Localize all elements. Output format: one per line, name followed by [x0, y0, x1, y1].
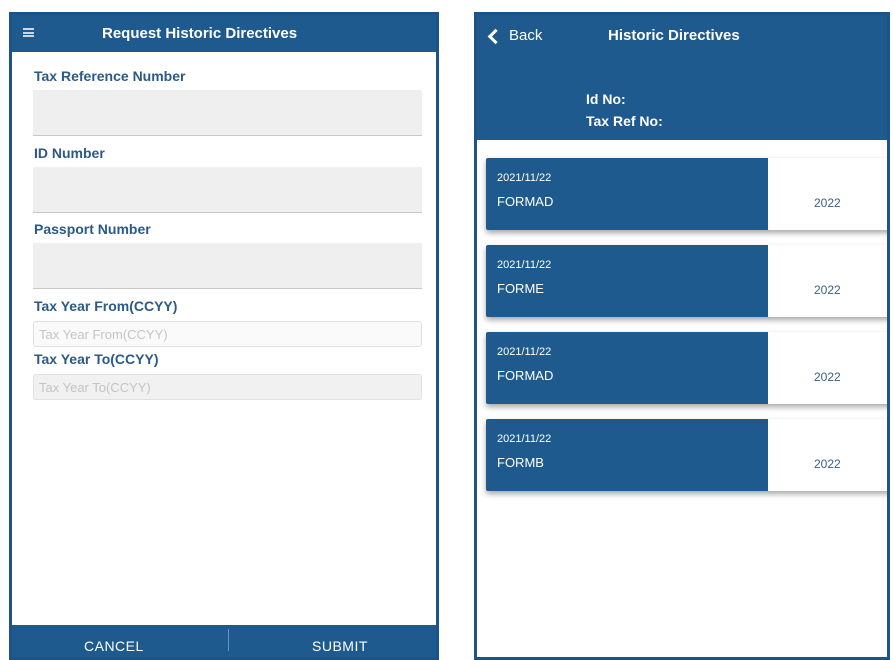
- action-footer: CANCEL SUBMIT: [12, 625, 436, 657]
- directive-card[interactable]: 2021/11/22 FORMB 2022: [486, 419, 887, 491]
- directive-form: FORMAD: [497, 194, 554, 209]
- id-number-label: ID Number: [34, 145, 105, 161]
- page-title: Request Historic Directives: [102, 25, 298, 42]
- directive-card-left: 2021/11/22 FORMAD: [486, 158, 768, 230]
- directive-card[interactable]: 2021/11/22 FORMAD 2022: [486, 332, 887, 404]
- menu-icon[interactable]: [23, 28, 34, 37]
- directive-year: 2022: [814, 457, 841, 471]
- directive-date: 2021/11/22: [497, 259, 552, 271]
- tax-reference-input[interactable]: [33, 90, 422, 136]
- footer-divider: [228, 629, 229, 651]
- tax-reference-label: Tax Reference Number: [34, 68, 186, 84]
- directive-year: 2022: [814, 283, 841, 297]
- directive-year: 2022: [814, 196, 841, 210]
- history-screen: Back Historic Directives Id No: Tax Ref …: [474, 12, 890, 660]
- directive-year: 2022: [814, 370, 841, 384]
- directive-card[interactable]: 2021/11/22 FORMAD 2022: [486, 158, 887, 230]
- chevron-left-icon[interactable]: [487, 28, 504, 45]
- page-title: Historic Directives: [608, 27, 740, 44]
- directive-card-left: 2021/11/22 FORMAD: [486, 332, 768, 404]
- history-header: Back Historic Directives Id No: Tax Ref …: [477, 15, 887, 140]
- directive-date: 2021/11/22: [497, 172, 552, 184]
- directive-form: FORMB: [497, 455, 544, 470]
- passport-number-label: Passport Number: [34, 221, 151, 237]
- directive-card-left: 2021/11/22 FORMB: [486, 419, 768, 491]
- request-header: Request Historic Directives: [12, 15, 436, 52]
- request-screen: Request Historic Directives Tax Referenc…: [9, 12, 439, 660]
- submit-button[interactable]: SUBMIT: [312, 638, 368, 654]
- directive-date: 2021/11/22: [497, 433, 552, 445]
- tax-year-to-input[interactable]: [33, 374, 422, 400]
- passport-number-input[interactable]: [33, 243, 422, 289]
- directive-card[interactable]: 2021/11/22 FORME 2022: [486, 245, 887, 317]
- directive-card-left: 2021/11/22 FORME: [486, 245, 768, 317]
- tax-year-from-label: Tax Year From(CCYY): [34, 298, 178, 314]
- tax-ref-info: Tax Ref No:: [586, 113, 663, 129]
- directive-list: 2021/11/22 FORMAD 2022 2021/11/22 FORME …: [486, 158, 887, 506]
- id-number-input[interactable]: [33, 167, 422, 213]
- id-number-info: Id No:: [586, 91, 626, 107]
- directive-form: FORMAD: [497, 368, 554, 383]
- directive-form: FORME: [497, 281, 544, 296]
- back-button[interactable]: Back: [509, 27, 542, 44]
- directive-date: 2021/11/22: [497, 346, 552, 358]
- tax-year-to-label: Tax Year To(CCYY): [34, 351, 159, 367]
- cancel-button[interactable]: CANCEL: [84, 638, 144, 654]
- tax-year-from-input[interactable]: [33, 321, 422, 347]
